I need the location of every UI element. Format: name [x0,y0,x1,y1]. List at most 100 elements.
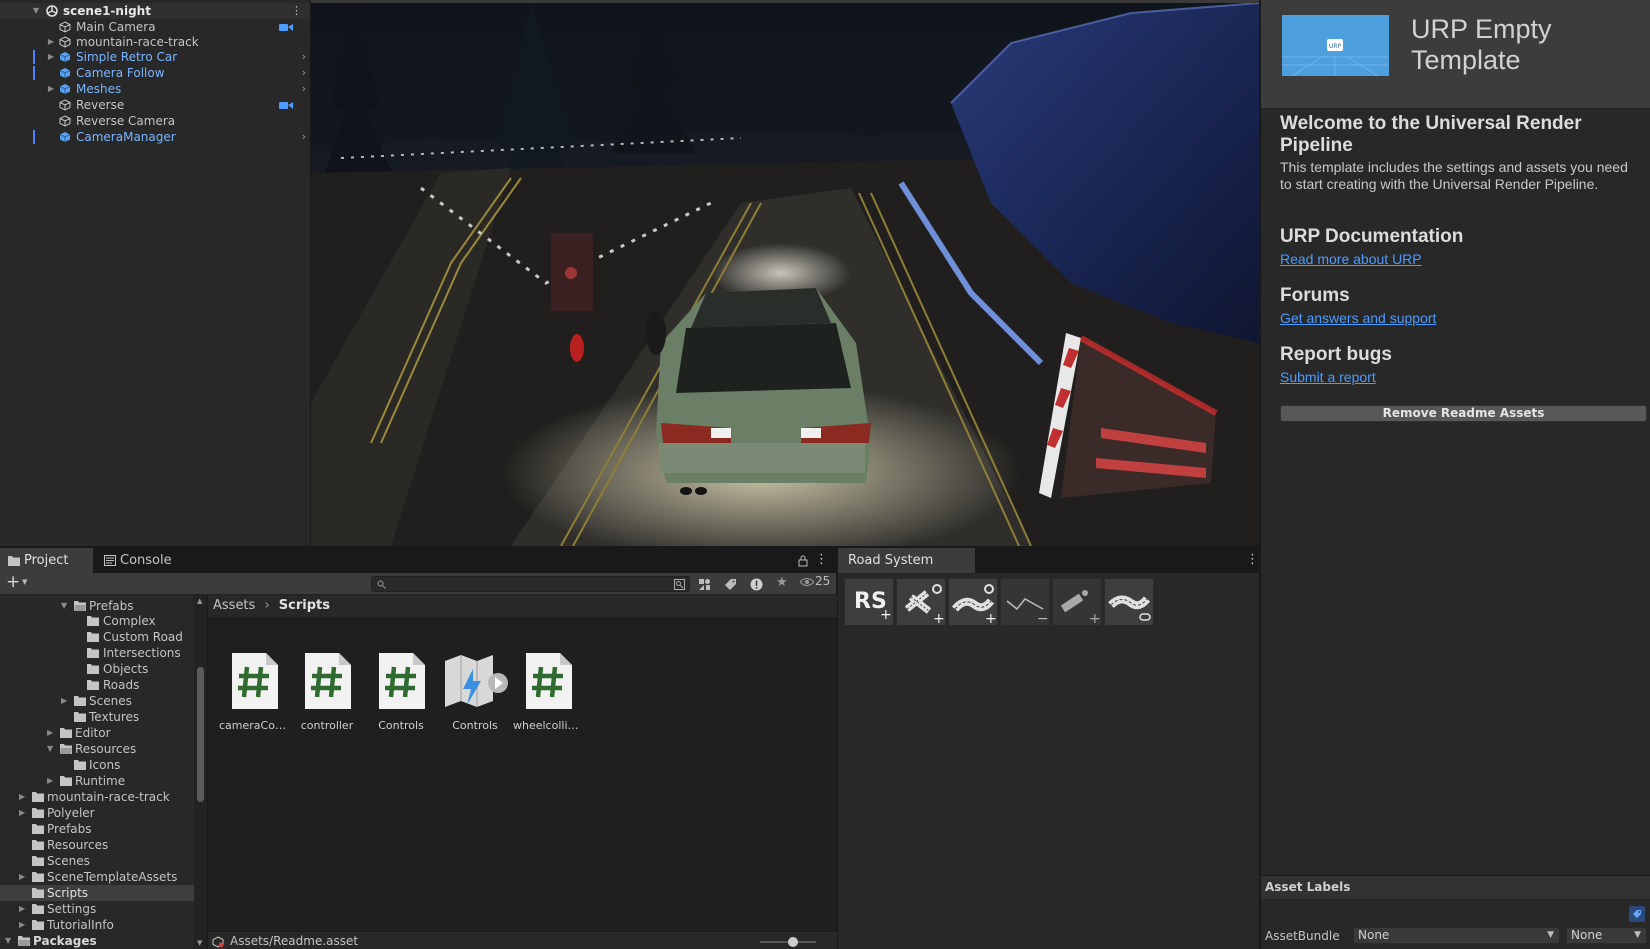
tree-item-resources[interactable]: ▼ Resources [0,741,194,757]
chevron-right-icon[interactable]: › [302,65,306,81]
scroll-up-icon[interactable]: ▲ [197,597,202,605]
chevron-right-icon[interactable]: › [302,129,306,145]
hierarchy-item-meshes[interactable]: ▶ Meshes › [0,81,310,97]
hierarchy-item-mountain-race-track[interactable]: ▶ mountain-race-track [0,34,310,50]
tree-item-tutorial-info[interactable]: ▶ TutorialInfo [0,917,194,933]
expand-arrow-icon[interactable]: ▶ [46,49,56,65]
hierarchy-item-camera-follow[interactable]: Camera Follow › [0,65,310,81]
forums-link[interactable]: Get answers and support [1280,310,1436,327]
icon-size-slider[interactable] [760,937,816,947]
tab-console[interactable]: Console [96,548,186,573]
favorite-star-icon[interactable]: ★ [776,575,788,590]
expand-arrow-icon[interactable]: ▶ [47,725,53,741]
scene-menu-icon[interactable]: ⋮ [291,3,302,19]
expand-arrow-icon[interactable]: ▶ [19,917,25,933]
expand-arrow-icon[interactable]: ▶ [19,869,25,885]
camera-gizmo-icon[interactable] [279,22,293,32]
tree-item-complex[interactable]: Complex [0,613,194,629]
tree-scrollbar[interactable]: ▲ ▼ [194,595,207,949]
file-item-controls-input-actions[interactable]: Controls [440,653,510,733]
breadcrumb-assets[interactable]: Assets [213,598,255,613]
tree-item-mountain-race-track[interactable]: ▶ mountain-race-track [0,789,194,805]
hierarchy-item-reverse-camera[interactable]: Reverse Camera [0,113,310,129]
scrollbar-thumb[interactable] [197,667,204,802]
tree-item-scenes[interactable]: ▶ Scenes [0,693,194,709]
hierarchy-item-main-camera[interactable]: Main Camera [0,19,310,35]
expand-arrow-icon[interactable]: ▼ [47,741,53,757]
hidden-packages-toggle[interactable]: 25 [799,574,830,590]
create-button[interactable]: + ▼ [6,572,32,592]
tree-item-icons[interactable]: Icons [0,757,194,773]
link-road-tool-button[interactable] [1104,578,1154,626]
expand-arrow-icon[interactable]: ▶ [46,34,56,50]
panel-menu-icon[interactable]: ⋮ [815,552,828,567]
documentation-link[interactable]: Read more about URP [1280,251,1422,268]
rs-add-tool-button[interactable]: RS + [844,578,894,626]
chevron-right-icon[interactable]: › [302,81,306,97]
file-item-controller[interactable]: controller [292,653,362,733]
expand-arrow-icon[interactable]: ▼ [61,598,67,614]
hierarchy-item-camera-manager[interactable]: CameraManager › [0,129,310,145]
slider-knob[interactable] [788,937,798,947]
expand-arrow-icon[interactable]: ▶ [19,901,25,917]
tree-item-runtime[interactable]: ▶ Runtime [0,773,194,789]
tree-item-polyeler[interactable]: ▶ Polyeler [0,805,194,821]
assetbundle-variant-dropdown[interactable]: None ▼ [1566,927,1647,944]
tree-item-scripts[interactable]: Scripts [0,885,194,901]
assetbundle-dropdown[interactable]: None ▼ [1353,927,1560,944]
hierarchy-scene-row[interactable]: ▼ scene1-night ⋮ [0,3,310,19]
tree-item-prefabs[interactable]: ▼ Prefabs [0,598,194,614]
lock-icon[interactable] [798,555,808,567]
tree-item-settings[interactable]: ▶ Settings [0,901,194,917]
panel-menu-icon[interactable]: ⋮ [1246,552,1259,567]
expand-arrow-icon[interactable]: ▶ [47,773,53,789]
tree-item-label: Intersections [103,646,181,660]
tree-item-roads[interactable]: Roads [0,677,194,693]
expand-arrow-icon[interactable]: ▼ [5,933,11,949]
remove-readme-button[interactable]: Remove Readme Assets [1280,405,1647,422]
gameobject-icon [59,115,71,127]
label-tag-icon[interactable] [1629,906,1645,922]
tab-road-system-editor[interactable]: Road System Editor [838,548,975,593]
file-item-camera-controller[interactable]: cameraCon... [219,653,289,733]
scene-view[interactable] [311,0,1259,546]
file-item-controls-script[interactable]: Controls [366,653,436,733]
scroll-down-icon[interactable]: ▼ [197,939,202,947]
chevron-right-icon[interactable]: › [302,49,306,65]
search-icon [377,580,386,589]
tree-item-textures[interactable]: Textures [0,709,194,725]
tree-item-prefabs-root[interactable]: Prefabs [0,821,194,837]
tree-item-scene-template-assets[interactable]: ▶ SceneTemplateAssets [0,869,194,885]
camera-gizmo-icon[interactable] [279,100,293,110]
report-bug-link[interactable]: Submit a report [1280,369,1376,386]
tree-item-objects[interactable]: Objects [0,661,194,677]
project-file-browser: Assets › Scripts cameraCon... controller… [207,595,837,949]
hierarchy-item-reverse[interactable]: Reverse [0,97,310,113]
breadcrumb-scripts[interactable]: Scripts [279,598,330,613]
add-segment-tool-button[interactable]: + [1052,578,1102,627]
expand-arrow-icon[interactable]: ▶ [19,789,25,805]
filter-by-type-icon[interactable] [698,578,711,591]
remove-point-tool-button[interactable]: − [1000,578,1050,627]
scene-render-image[interactable] [311,3,1259,546]
tree-item-resources-root[interactable]: Resources [0,837,194,853]
tree-item-intersections[interactable]: Intersections [0,645,194,661]
intersection-tool-button[interactable]: + [896,578,946,627]
hierarchy-item-simple-retro-car[interactable]: ▶ Simple Retro Car › [0,49,310,65]
filter-by-label-icon[interactable] [724,578,737,591]
project-search-input[interactable] [371,576,690,592]
road-tool-button[interactable]: + [948,578,998,627]
tree-item-scenes-root[interactable]: Scenes [0,853,194,869]
file-item-wheelcollider[interactable]: wheelcollider [513,653,583,733]
tree-item-editor[interactable]: ▶ Editor [0,725,194,741]
hierarchy-panel: ▼ scene1-night ⋮ Main Camera ▶ mountain-… [0,0,310,546]
expand-arrow-icon[interactable]: ▶ [46,81,56,97]
warning-filter-icon[interactable] [750,578,763,591]
expand-arrow-icon[interactable]: ▼ [31,3,41,19]
tree-item-packages[interactable]: ▼ Packages [0,933,194,949]
tree-item-custom-road[interactable]: Custom Road [0,629,194,645]
tab-project[interactable]: Project [0,548,93,573]
expand-arrow-icon[interactable]: ▶ [61,693,67,709]
expand-arrow-icon[interactable]: ▶ [19,805,25,821]
search-by-type-icon[interactable] [674,579,685,590]
